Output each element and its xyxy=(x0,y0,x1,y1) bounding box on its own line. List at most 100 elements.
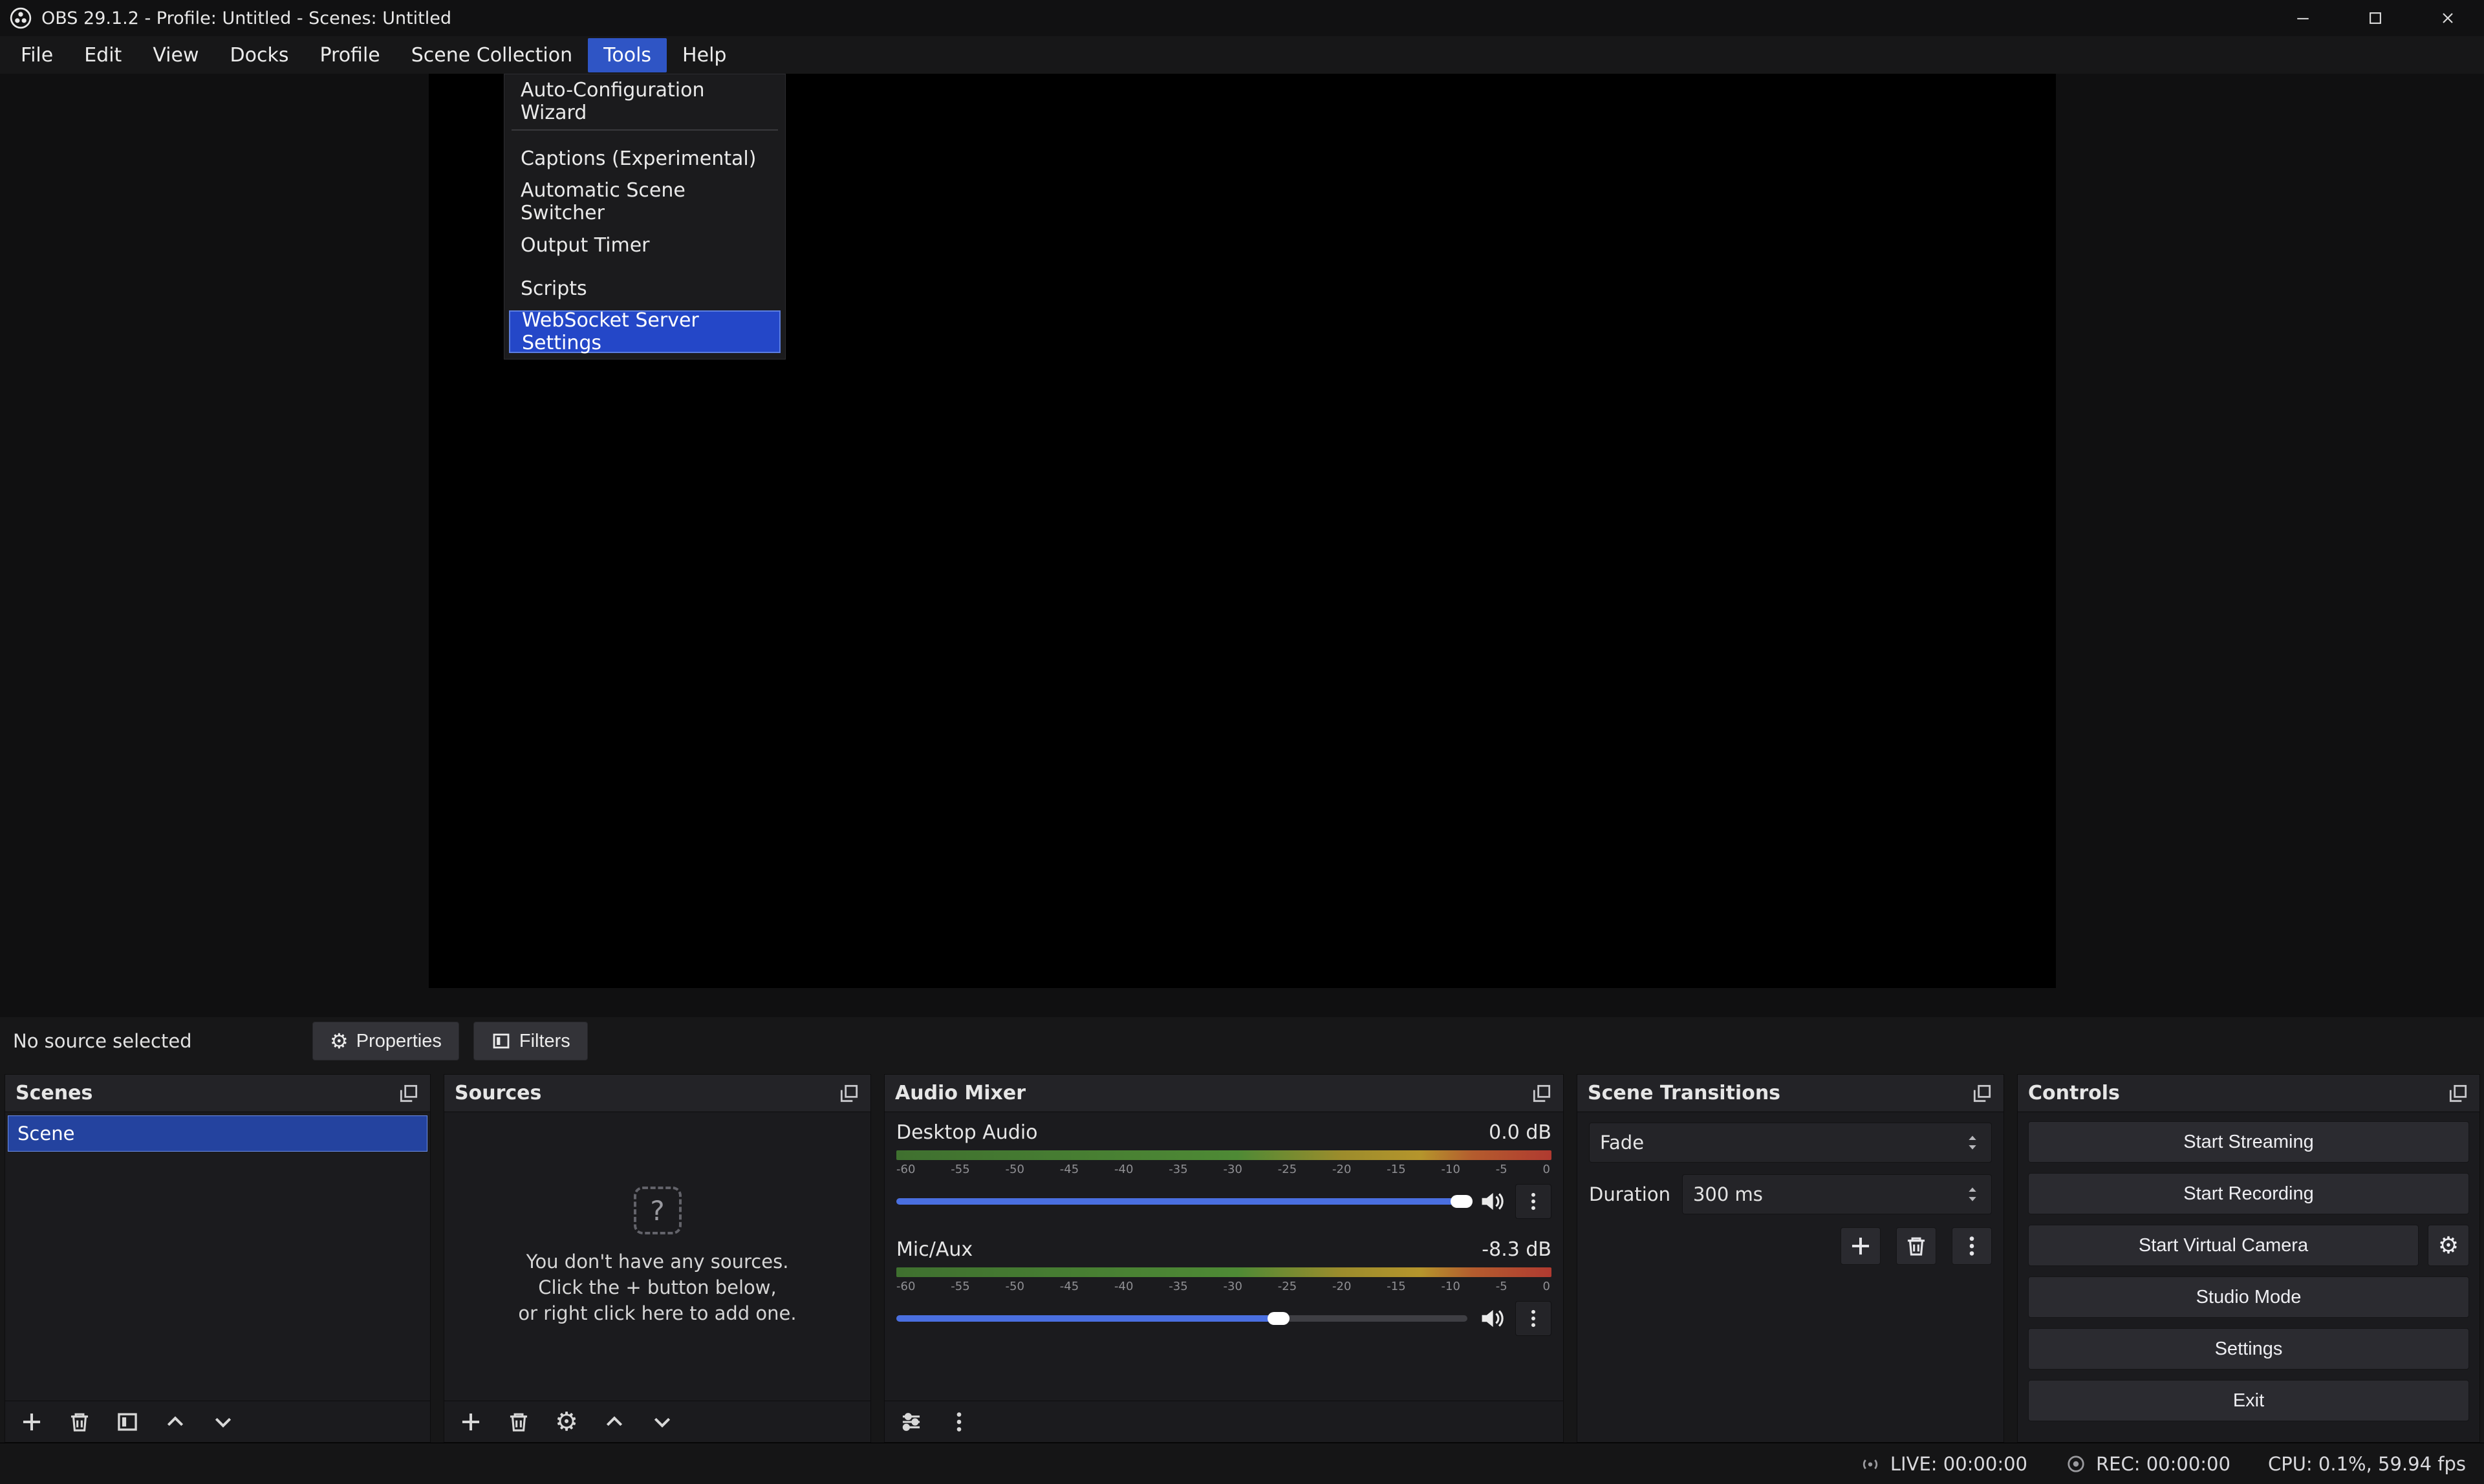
virtual-camera-config-button[interactable]: ⚙ xyxy=(2428,1225,2469,1266)
channel-options-button[interactable] xyxy=(1515,1184,1551,1219)
menu-edit[interactable]: Edit xyxy=(69,38,137,72)
menu-item-captions-experimental[interactable]: Captions (Experimental) xyxy=(509,137,781,180)
tools-menu: Auto-Configuration Wizard Captions (Expe… xyxy=(504,74,786,360)
remove-source-button[interactable] xyxy=(500,1405,537,1439)
meter-tick-label: -50 xyxy=(1006,1280,1024,1293)
controls-dock-header[interactable]: Controls xyxy=(2018,1075,2479,1112)
spinner-arrows-icon[interactable] xyxy=(1964,1181,1981,1207)
close-button[interactable] xyxy=(2412,0,2484,36)
start-recording-button[interactable]: Start Recording xyxy=(2028,1173,2469,1214)
meter-scale: -60 -55 -50 -45 -40 -35 -30 -25 -20 -15 … xyxy=(896,1163,1551,1176)
advanced-audio-button[interactable] xyxy=(892,1405,930,1439)
duration-label: Duration xyxy=(1589,1183,1670,1205)
move-source-down-button[interactable] xyxy=(643,1405,681,1439)
speaker-icon[interactable] xyxy=(1478,1305,1505,1332)
menu-item-output-timer[interactable]: Output Timer xyxy=(509,224,781,266)
sources-list[interactable]: ? You don't have any sources. Click the … xyxy=(444,1112,870,1401)
minimize-button[interactable] xyxy=(2267,0,2339,36)
volume-slider[interactable] xyxy=(896,1198,1467,1205)
speaker-icon[interactable] xyxy=(1478,1188,1505,1215)
scenes-list: Scene xyxy=(5,1112,430,1401)
start-virtual-camera-button[interactable]: Start Virtual Camera xyxy=(2028,1225,2419,1266)
scene-filters-button[interactable] xyxy=(109,1405,146,1439)
popout-icon[interactable] xyxy=(1971,1082,1993,1104)
popout-icon[interactable] xyxy=(838,1082,860,1104)
slider-handle[interactable] xyxy=(1451,1195,1473,1208)
menu-item-automatic-scene-switcher[interactable]: Automatic Scene Switcher xyxy=(509,180,781,223)
popout-icon[interactable] xyxy=(2447,1082,2469,1104)
add-source-button[interactable] xyxy=(452,1405,490,1439)
meter-tick-label: -15 xyxy=(1387,1280,1405,1293)
menu-tools[interactable]: Tools xyxy=(588,38,667,72)
window-title: OBS 29.1.2 - Profile: Untitled - Scenes:… xyxy=(41,8,451,28)
mixer-options-button[interactable] xyxy=(940,1405,978,1439)
scenes-dock-header[interactable]: Scenes xyxy=(5,1075,430,1112)
menu-item-websocket-server-settings[interactable]: WebSocket Server Settings xyxy=(509,310,781,353)
plus-icon xyxy=(19,1410,44,1434)
source-properties-button[interactable]: ⚙ xyxy=(548,1405,585,1439)
kebab-icon xyxy=(1522,1190,1544,1212)
transition-select[interactable]: Fade xyxy=(1589,1123,1992,1163)
add-scene-button[interactable] xyxy=(13,1405,50,1439)
scene-list-item[interactable]: Scene xyxy=(8,1115,427,1152)
settings-button[interactable]: Settings xyxy=(2028,1328,2469,1370)
scenes-toolbar xyxy=(5,1401,430,1442)
channel-options-button[interactable] xyxy=(1515,1301,1551,1336)
menu-view[interactable]: View xyxy=(137,38,214,72)
mixer-toolbar xyxy=(885,1401,1563,1442)
move-scene-up-button[interactable] xyxy=(157,1405,194,1439)
popout-icon[interactable] xyxy=(398,1082,420,1104)
move-source-up-button[interactable] xyxy=(596,1405,633,1439)
sources-dock-header[interactable]: Sources xyxy=(444,1075,870,1112)
menu-file[interactable]: File xyxy=(5,38,69,72)
popout-icon[interactable] xyxy=(1531,1082,1553,1104)
menu-docks[interactable]: Docks xyxy=(215,38,305,72)
studio-mode-button[interactable]: Studio Mode xyxy=(2028,1276,2469,1318)
menu-help[interactable]: Help xyxy=(667,38,742,72)
spinner-arrows-icon xyxy=(1964,1130,1981,1156)
exit-button[interactable]: Exit xyxy=(2028,1380,2469,1421)
kebab-icon xyxy=(1960,1234,1984,1258)
rec-status: REC: 00:00:00 xyxy=(2065,1453,2230,1475)
maximize-button[interactable] xyxy=(2339,0,2412,36)
audio-mixer-dock-header[interactable]: Audio Mixer xyxy=(885,1075,1563,1112)
plus-icon xyxy=(1848,1234,1873,1258)
scene-transitions-dock-header[interactable]: Scene Transitions xyxy=(1577,1075,2003,1112)
menu-item-auto-configuration-wizard[interactable]: Auto-Configuration Wizard xyxy=(509,80,781,123)
live-time-text: LIVE: 00:00:00 xyxy=(1890,1453,2027,1475)
meter-tick-label: -45 xyxy=(1060,1163,1079,1176)
meter-tick-label: -60 xyxy=(896,1280,915,1293)
menu-profile[interactable]: Profile xyxy=(304,38,395,72)
titlebar[interactable]: OBS 29.1.2 - Profile: Untitled - Scenes:… xyxy=(0,0,2484,36)
duration-spinbox[interactable]: 300 ms xyxy=(1682,1174,1992,1214)
volume-meter xyxy=(896,1150,1551,1160)
add-transition-button[interactable] xyxy=(1841,1227,1881,1265)
remove-scene-button[interactable] xyxy=(61,1405,98,1439)
scene-transitions-body: Fade Duration 300 ms xyxy=(1577,1112,2003,1442)
remove-transition-button[interactable] xyxy=(1896,1227,1936,1265)
slider-handle[interactable] xyxy=(1268,1312,1290,1325)
plus-icon xyxy=(459,1410,483,1434)
chevron-up-icon xyxy=(602,1410,627,1434)
meter-tick-label: -40 xyxy=(1114,1163,1133,1176)
cpu-fps-text: CPU: 0.1%, 59.94 fps xyxy=(2268,1453,2466,1475)
start-streaming-button[interactable]: Start Streaming xyxy=(2028,1121,2469,1163)
menu-scene-collection[interactable]: Scene Collection xyxy=(396,38,588,72)
filters-button[interactable]: Filters xyxy=(473,1022,588,1060)
volume-slider[interactable] xyxy=(896,1315,1467,1322)
chevron-up-icon xyxy=(163,1410,188,1434)
channel-name: Desktop Audio xyxy=(896,1121,1038,1144)
meter-tick-label: -50 xyxy=(1006,1163,1024,1176)
move-scene-down-button[interactable] xyxy=(204,1405,242,1439)
question-mark-icon: ? xyxy=(634,1187,682,1234)
meter-tick-label: -35 xyxy=(1169,1280,1187,1293)
meter-tick-label: -20 xyxy=(1332,1280,1351,1293)
empty-state-line: You don't have any sources. xyxy=(526,1249,789,1274)
meter-tick-label: -10 xyxy=(1442,1280,1460,1293)
meter-tick-label: -55 xyxy=(951,1280,969,1293)
meter-tick-label: -25 xyxy=(1278,1280,1297,1293)
trash-icon xyxy=(506,1410,531,1434)
properties-button[interactable]: ⚙ Properties xyxy=(312,1022,459,1060)
menu-item-scripts[interactable]: Scripts xyxy=(509,267,781,310)
transition-options-button[interactable] xyxy=(1952,1227,1992,1265)
